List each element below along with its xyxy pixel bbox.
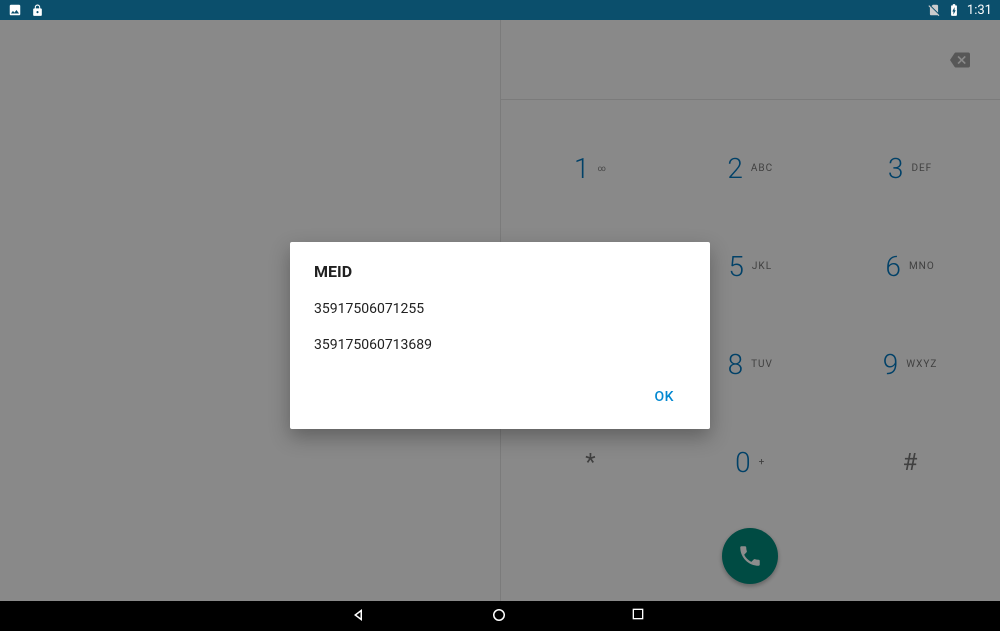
nav-home-button[interactable]: [490, 606, 510, 626]
dialog-meid-1: 35917506071255: [314, 301, 686, 317]
battery-charging-icon: [947, 3, 961, 17]
dialog-title: MEID: [314, 262, 686, 281]
status-time: 1:31: [967, 3, 992, 18]
status-bar: 1:31: [0, 0, 1000, 20]
lock-icon: [30, 3, 44, 17]
nav-bar: [0, 601, 1000, 631]
nav-recent-button[interactable]: [630, 606, 650, 626]
nav-back-button[interactable]: [350, 606, 370, 626]
no-sim-icon: [927, 3, 941, 17]
main-content: 1∞ 2ABC 3DEF 4GHI 5JKL 6MNO 7PQRS 8TUV 9…: [0, 20, 1000, 601]
screenshot-icon: [8, 3, 22, 17]
dialog-ok-button[interactable]: OK: [643, 381, 687, 413]
dialog-meid-2: 359175060713689: [314, 337, 686, 353]
meid-dialog: MEID 35917506071255 359175060713689 OK: [290, 242, 710, 429]
dialog-actions: OK: [314, 373, 686, 421]
